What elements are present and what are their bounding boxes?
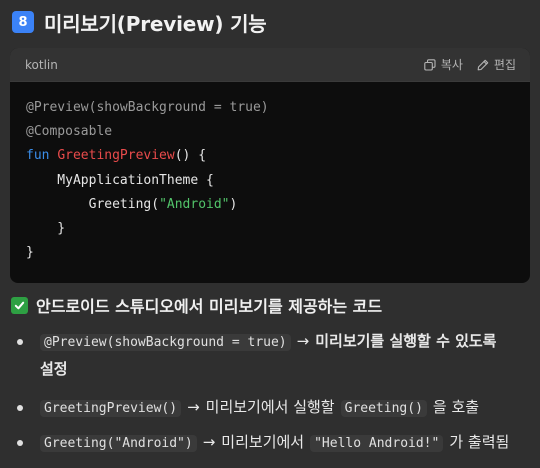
code-line: MyApplicationTheme {	[26, 169, 514, 193]
code-line: }	[26, 241, 514, 265]
section-heading: 8 미리보기(Preview) 기능	[12, 7, 267, 37]
code-actions: 복사 편집	[424, 56, 516, 73]
bullet-dot	[17, 440, 23, 446]
code-line: }	[26, 217, 514, 241]
edit-label: 편집	[493, 58, 516, 72]
code-content: @Preview(showBackground = true) @Composab…	[10, 82, 530, 279]
code-line: @Composable	[26, 120, 514, 144]
inline-code: Greeting("Android")	[40, 435, 197, 452]
list-item-text-continued: 설정	[40, 360, 68, 378]
code-line: fun GreetingPreview() {	[26, 144, 514, 168]
code-token: )	[229, 196, 238, 212]
code-token: MyApplicationTheme {	[26, 172, 214, 188]
code-token: }	[26, 245, 34, 261]
heading-title: 미리보기(Preview) 기능	[44, 11, 267, 36]
code-block: kotlin 복사 편집 @Preview(showBackground = t…	[10, 48, 530, 283]
list-item-line: @Preview(showBackground = true) → 미리보기를 …	[40, 330, 497, 351]
code-token: }	[26, 221, 66, 237]
pencil-icon	[477, 59, 489, 71]
list-item-line: Greeting("Android") → 미리보기에서 "Hello Andr…	[40, 431, 509, 452]
arrow: →	[187, 398, 200, 416]
copy-button[interactable]: 복사	[424, 56, 463, 73]
code-token: fun	[26, 148, 58, 164]
list-item-text: 가 출력됨	[449, 433, 510, 451]
code-language-label: kotlin	[25, 57, 58, 72]
code-token: @Preview(showBackground = true)	[26, 100, 269, 115]
code-token: GreetingPreview	[57, 148, 175, 164]
inline-code: Greeting()	[340, 400, 427, 417]
copy-icon	[424, 58, 436, 71]
inline-code: "Hello Android!"	[310, 435, 444, 452]
bullet-dot	[17, 405, 23, 411]
list-item-text: 미리보기에서	[221, 433, 305, 451]
list-item-line: GreetingPreview() → 미리보기에서 실행할 Greeting(…	[40, 396, 479, 417]
list-item-text: 미리보기를 실행할 수 있도록	[315, 332, 497, 350]
section-subheading: 안드로이드 스튜디오에서 미리보기를 제공하는 코드	[11, 294, 382, 316]
code-token: Greeting(	[26, 196, 160, 212]
code-line: Greeting("Android")	[26, 193, 514, 217]
inline-code: @Preview(showBackground = true)	[40, 334, 291, 351]
code-token: () {	[174, 148, 207, 164]
code-line: @Preview(showBackground = true)	[26, 96, 514, 120]
edit-button[interactable]: 편집	[477, 56, 516, 73]
section-subheading-text: 안드로이드 스튜디오에서 미리보기를 제공하는 코드	[36, 297, 383, 316]
code-block-header: kotlin 복사 편집	[10, 48, 530, 82]
bullet-dot	[17, 339, 23, 345]
arrow: →	[202, 433, 216, 451]
code-token: "Android"	[159, 196, 230, 212]
inline-code: GreetingPreview()	[40, 400, 182, 417]
copy-label: 복사	[440, 58, 463, 72]
arrow: →	[296, 332, 310, 350]
check-icon	[11, 296, 28, 314]
number-badge: 8	[12, 11, 34, 33]
list-item-text: 미리보기에서 실행할	[205, 398, 335, 416]
list-item-text: 을 호출	[432, 398, 480, 416]
code-token: @Composable	[26, 124, 113, 140]
